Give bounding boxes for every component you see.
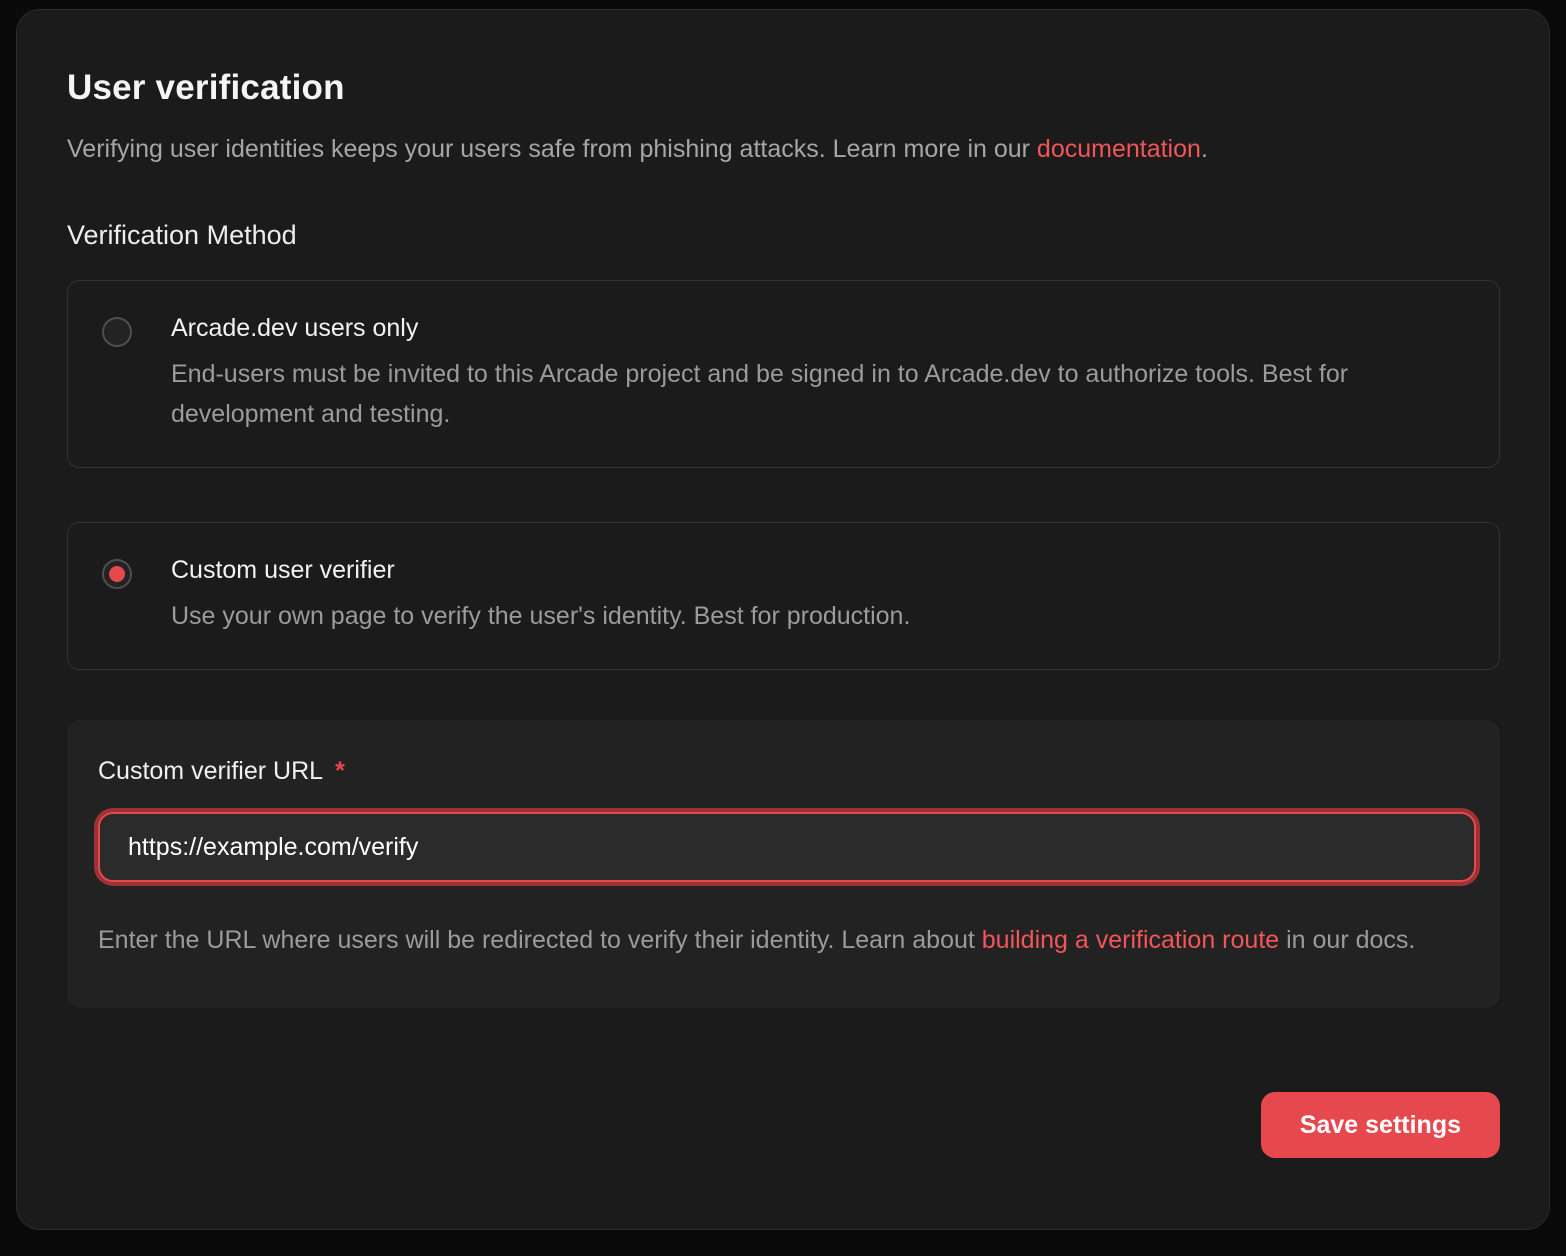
subtitle-period: . <box>1201 135 1208 163</box>
help-text-suffix: in our docs. <box>1279 926 1415 954</box>
option-description: End-users must be invited to this Arcade… <box>171 354 1465 434</box>
radio-arcade-users-only[interactable] <box>102 317 132 347</box>
option-label: Arcade.dev users only <box>171 314 1465 343</box>
documentation-link[interactable]: documentation <box>1037 135 1201 163</box>
subtitle-text: Verifying user identities keeps your use… <box>67 135 1037 163</box>
option-custom-user-verifier[interactable]: Custom user verifier Use your own page t… <box>67 522 1500 670</box>
custom-verifier-panel: Custom verifier URL * Enter the URL where… <box>67 720 1500 1008</box>
verification-method-heading: Verification Method <box>67 220 1500 251</box>
required-asterisk: * <box>335 757 345 785</box>
custom-verifier-url-input[interactable] <box>98 812 1476 882</box>
option-description: Use your own page to verify the user's i… <box>171 596 910 636</box>
url-help-text: Enter the URL where users will be redire… <box>98 920 1470 960</box>
radio-custom-user-verifier[interactable] <box>102 559 132 589</box>
verification-route-link[interactable]: building a verification route <box>982 926 1279 954</box>
custom-verifier-url-label: Custom verifier URL <box>98 757 323 785</box>
actions-row: Save settings <box>67 1092 1500 1158</box>
option-content: Arcade.dev users only End-users must be … <box>171 314 1465 434</box>
page-title: User verification <box>67 68 1500 108</box>
page-subtitle: Verifying user identities keeps your use… <box>67 135 1500 164</box>
user-verification-card: User verification Verifying user identit… <box>16 9 1550 1230</box>
help-text: Enter the URL where users will be redire… <box>98 926 982 954</box>
option-content: Custom user verifier Use your own page t… <box>171 556 910 636</box>
option-label: Custom user verifier <box>171 556 910 585</box>
option-arcade-users-only[interactable]: Arcade.dev users only End-users must be … <box>67 280 1500 468</box>
save-settings-button[interactable]: Save settings <box>1261 1092 1500 1158</box>
field-label-row: Custom verifier URL * <box>98 757 1470 786</box>
